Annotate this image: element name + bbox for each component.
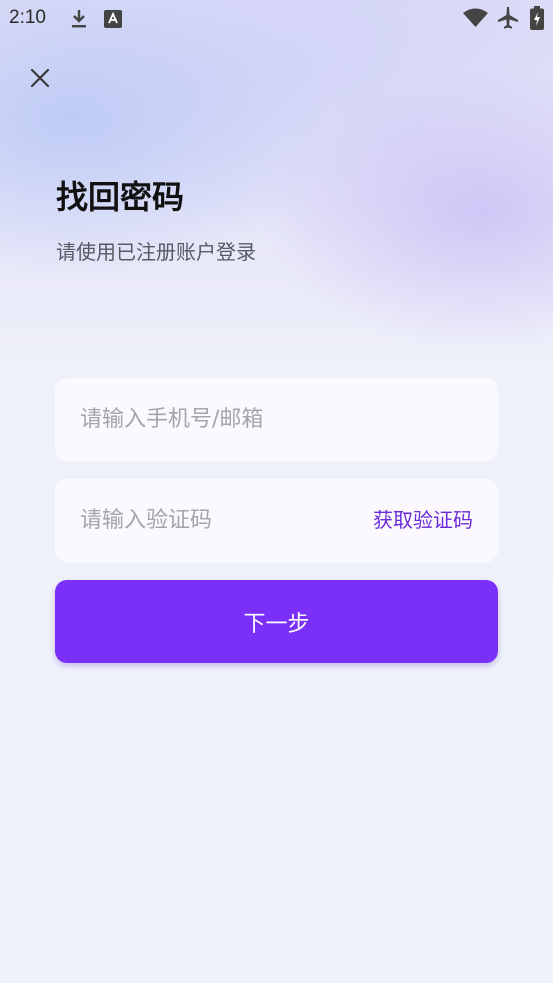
close-icon: [30, 68, 50, 88]
phone-email-field: [55, 378, 498, 461]
phone-email-input[interactable]: [80, 378, 480, 461]
wifi-icon: [463, 8, 488, 27]
page-title: 找回密码: [56, 178, 185, 216]
status-bar: 2:10: [0, 0, 553, 38]
font-app-icon: [104, 10, 122, 28]
status-time: 2:10: [9, 7, 46, 28]
airplane-mode-icon: [498, 7, 518, 29]
download-icon: [72, 10, 86, 28]
battery-charging-icon: [530, 6, 544, 30]
get-code-button[interactable]: 获取验证码: [373, 479, 473, 562]
close-button[interactable]: [22, 60, 58, 96]
verification-code-input[interactable]: [80, 479, 340, 562]
verification-code-field: 获取验证码: [55, 479, 498, 562]
page-subtitle: 请使用已注册账户登录: [56, 240, 256, 264]
next-step-button[interactable]: 下一步: [55, 580, 498, 663]
